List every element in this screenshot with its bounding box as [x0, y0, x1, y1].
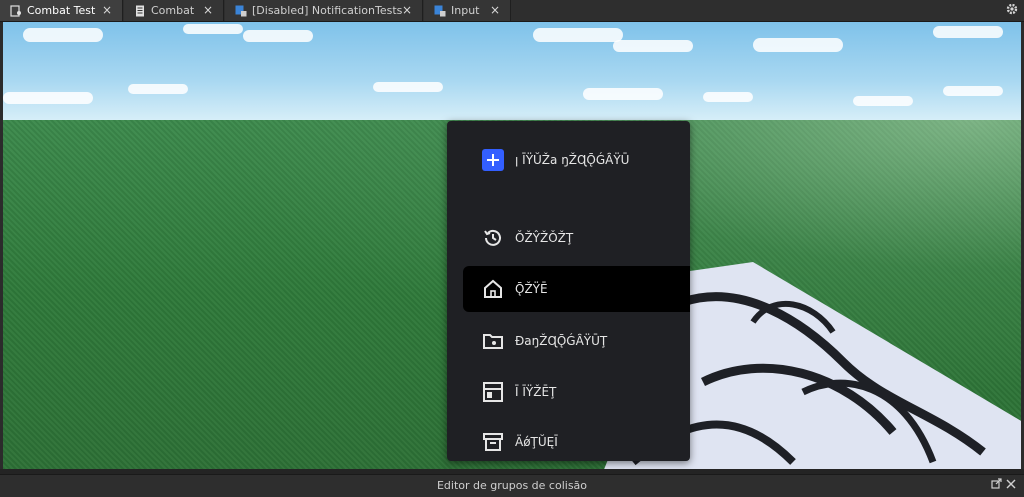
script-icon: [134, 5, 146, 17]
undock-icon[interactable]: [991, 478, 1002, 492]
gear-icon[interactable]: [1004, 2, 1020, 18]
close-icon[interactable]: ×: [203, 3, 213, 17]
menu-item-layout[interactable]: Ī ĪŸŽĒŢ: [463, 369, 690, 415]
menu-item-label: ƉaŋŽɊǬǴȂŸŪŢ: [515, 334, 608, 348]
tab-disabled-notificationtests[interactable]: [Disabled] NotificationTests ×: [225, 0, 423, 21]
context-menu: ꞁ ĪŸŬŽa ŋŽɊǬǴȂŸŪ ǑŽŶŽǑŽŢ ǬŽŸĒ ƉaŋŽɊǬǴȂŸŪ…: [447, 121, 690, 461]
menu-item-history[interactable]: ǑŽŶŽǑŽŢ: [463, 215, 690, 261]
menu-item-label: ꞁ ĪŸŬŽa ŋŽɊǬǴȂŸŪ: [515, 153, 630, 167]
menu-item-home[interactable]: ǬŽŸĒ: [463, 266, 690, 312]
panel-title: Editor de grupos de colisão: [436, 479, 588, 492]
tab-bar: Combat Test × Combat × [Disabled] Notifi…: [0, 0, 1024, 22]
tab-input[interactable]: Input ×: [424, 0, 511, 21]
close-icon[interactable]: [1006, 478, 1016, 492]
menu-item-label: ǬŽŸĒ: [515, 282, 548, 296]
3d-viewport[interactable]: ꞁ ĪŸŬŽa ŋŽɊǬǴȂŸŪ ǑŽŶŽǑŽŢ ǬŽŸĒ ƉaŋŽɊǬǴȂŸŪ…: [3, 22, 1021, 469]
close-icon[interactable]: ×: [490, 3, 500, 17]
module-script-icon: [235, 5, 247, 17]
menu-item-new[interactable]: ꞁ ĪŸŬŽa ŋŽɊǬǴȂŸŪ: [463, 137, 690, 183]
menu-item-folder[interactable]: ƉaŋŽɊǬǴȂŸŪŢ: [463, 318, 690, 364]
collision-groups-panel-header: Editor de grupos de colisão: [0, 474, 1024, 497]
menu-item-label: ÄǿŢŬĘĪ: [515, 435, 558, 449]
home-icon: [481, 277, 505, 301]
tab-label: Combat Test: [27, 4, 96, 17]
layout-icon: [481, 380, 505, 404]
sky: [3, 22, 1021, 120]
tab-label: Input: [451, 4, 480, 17]
tab-combat-test[interactable]: Combat Test ×: [0, 0, 123, 21]
menu-item-label: Ī ĪŸŽĒŢ: [515, 385, 557, 399]
folder-icon: [481, 329, 505, 353]
close-icon[interactable]: ×: [102, 3, 112, 17]
tab-combat[interactable]: Combat ×: [124, 0, 224, 21]
close-icon[interactable]: ×: [402, 3, 412, 17]
plus-icon: [481, 148, 505, 172]
script-person-icon: [10, 4, 22, 17]
menu-item-label: ǑŽŶŽǑŽŢ: [515, 231, 574, 245]
history-icon: [481, 226, 505, 250]
module-script-icon: [434, 5, 446, 17]
tab-label: Combat: [151, 4, 195, 17]
archive-icon: [481, 430, 505, 454]
menu-item-archive[interactable]: ÄǿŢŬĘĪ: [463, 419, 690, 465]
tab-label: [Disabled] NotificationTests: [252, 4, 403, 17]
